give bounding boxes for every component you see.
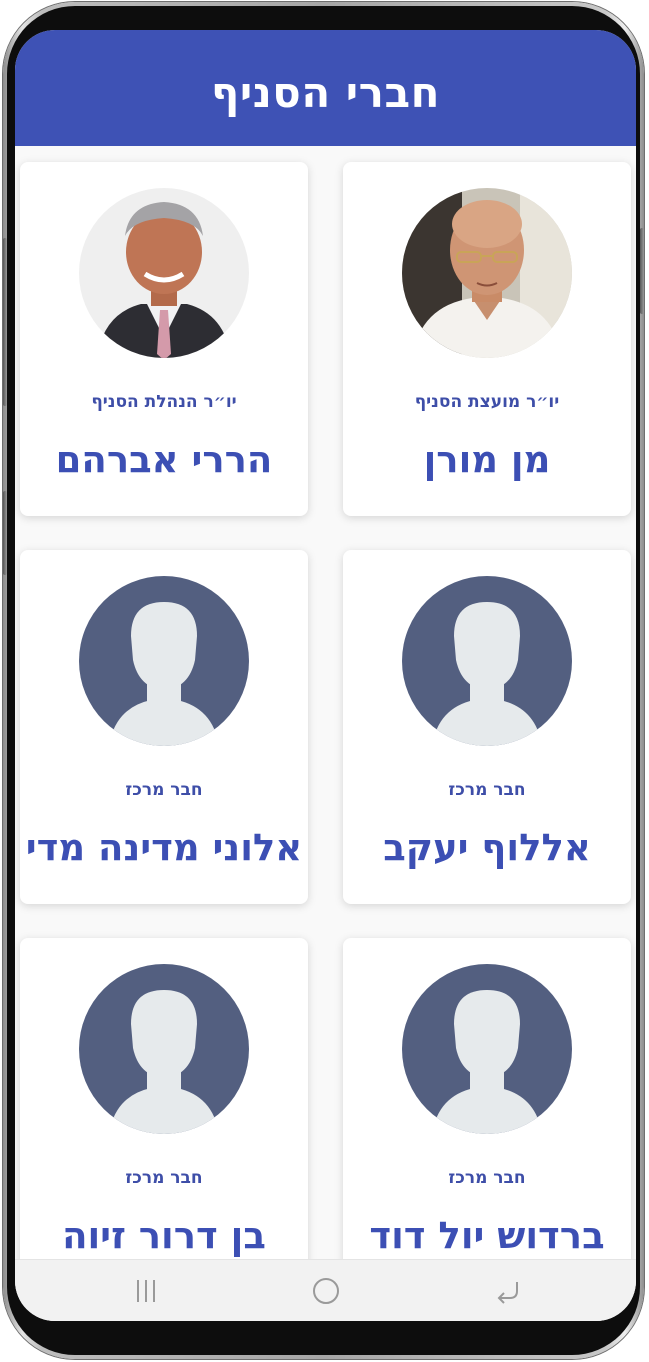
home-circle-icon xyxy=(313,1278,339,1304)
back-arrow-icon xyxy=(497,1282,518,1304)
recents-icon xyxy=(137,1280,155,1302)
member-card[interactable]: חבר מרכז בן דרור זיוה xyxy=(20,938,308,1260)
power-button xyxy=(640,228,644,314)
page-title: חברי הסניף xyxy=(211,67,440,117)
default-avatar-icon xyxy=(79,964,249,1134)
member-role: חבר מרכז xyxy=(125,1168,203,1188)
back-button[interactable] xyxy=(484,1272,532,1310)
member-role: יו״ר הנהלת הסניף xyxy=(91,392,237,412)
member-name: מן מורן xyxy=(423,438,551,481)
member-photo xyxy=(402,188,572,358)
member-name: אלוני מדינה מדי xyxy=(25,826,303,869)
member-card[interactable]: חבר מרכז אללוף יעקב xyxy=(343,550,631,904)
app-header: חברי הסניף xyxy=(15,30,636,146)
member-name: אללוף יעקב xyxy=(383,826,591,869)
recents-button[interactable] xyxy=(122,1272,170,1310)
default-avatar-icon xyxy=(79,576,249,746)
member-name: ברדוש יול דוד xyxy=(369,1214,605,1257)
member-role: חבר מרכז xyxy=(448,780,526,800)
member-role: יו״ר מועצת הסניף xyxy=(414,392,560,412)
home-button[interactable] xyxy=(302,1272,350,1310)
member-card[interactable]: חבר מרכז ברדוש יול דוד xyxy=(343,938,631,1260)
members-grid[interactable]: יו״ר מועצת הסניף מן מורן יו״ר הנהלת הסני… xyxy=(15,146,636,1260)
member-card[interactable]: יו״ר מועצת הסניף מן מורן xyxy=(343,162,631,516)
default-avatar-icon xyxy=(402,576,572,746)
member-card[interactable]: יו״ר הנהלת הסניף הררי אברהם xyxy=(20,162,308,516)
navigation-bar xyxy=(15,1259,636,1321)
member-name: בן דרור זיוה xyxy=(62,1214,266,1257)
member-role: חבר מרכז xyxy=(125,780,203,800)
member-photo xyxy=(79,188,249,358)
member-name: הררי אברהם xyxy=(55,438,273,481)
default-avatar-icon xyxy=(402,964,572,1134)
member-card[interactable]: חבר מרכז אלוני מדינה מדי xyxy=(20,550,308,904)
member-role: חבר מרכז xyxy=(448,1168,526,1188)
screen: חברי הסניף יו״ר מועצת הסניף מן מורן יו״ר… xyxy=(15,30,636,1321)
